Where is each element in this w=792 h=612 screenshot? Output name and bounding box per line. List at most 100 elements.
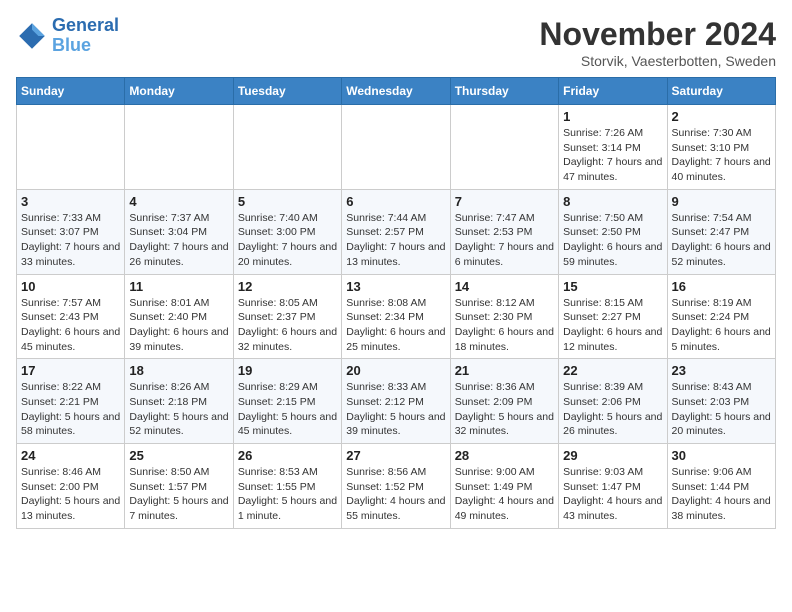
page-header: General Blue November 2024 Storvik, Vaes… (16, 16, 776, 69)
title-block: November 2024 Storvik, Vaesterbotten, Sw… (539, 16, 776, 69)
calendar-header-row: SundayMondayTuesdayWednesdayThursdayFrid… (17, 78, 776, 105)
day-number: 21 (455, 363, 554, 378)
day-number: 27 (346, 448, 445, 463)
calendar-cell: 28 Sunrise: 9:00 AMSunset: 1:49 PMDayligh… (450, 444, 558, 529)
logo-text: General Blue (52, 16, 119, 56)
calendar-cell: 24 Sunrise: 8:46 AMSunset: 2:00 PMDayligh… (17, 444, 125, 529)
day-info: Sunrise: 9:03 AMSunset: 1:47 PMDaylight:… (563, 465, 662, 524)
day-number: 29 (563, 448, 662, 463)
day-number: 6 (346, 194, 445, 209)
calendar-cell: 23 Sunrise: 8:43 AMSunset: 2:03 PMDayligh… (667, 359, 775, 444)
calendar-cell: 29 Sunrise: 9:03 AMSunset: 1:47 PMDayligh… (559, 444, 667, 529)
day-info: Sunrise: 7:47 AMSunset: 2:53 PMDaylight:… (455, 211, 554, 270)
calendar-cell (450, 105, 558, 190)
day-info: Sunrise: 8:26 AMSunset: 2:18 PMDaylight:… (129, 380, 228, 439)
day-number: 18 (129, 363, 228, 378)
day-number: 26 (238, 448, 337, 463)
day-number: 14 (455, 279, 554, 294)
calendar-week-row: 1 Sunrise: 7:26 AMSunset: 3:14 PMDaylight… (17, 105, 776, 190)
day-info: Sunrise: 8:15 AMSunset: 2:27 PMDaylight:… (563, 296, 662, 355)
day-info: Sunrise: 8:50 AMSunset: 1:57 PMDaylight:… (129, 465, 228, 524)
calendar-cell: 7 Sunrise: 7:47 AMSunset: 2:53 PMDaylight… (450, 189, 558, 274)
day-number: 16 (672, 279, 771, 294)
calendar-week-row: 10 Sunrise: 7:57 AMSunset: 2:43 PMDayligh… (17, 274, 776, 359)
calendar-week-row: 24 Sunrise: 8:46 AMSunset: 2:00 PMDayligh… (17, 444, 776, 529)
day-info: Sunrise: 8:29 AMSunset: 2:15 PMDaylight:… (238, 380, 337, 439)
day-info: Sunrise: 8:01 AMSunset: 2:40 PMDaylight:… (129, 296, 228, 355)
day-info: Sunrise: 8:36 AMSunset: 2:09 PMDaylight:… (455, 380, 554, 439)
calendar-cell: 3Sunrise: 7:33 AMSunset: 3:07 PMDaylight… (17, 189, 125, 274)
month-title: November 2024 (539, 16, 776, 53)
calendar-cell: 8 Sunrise: 7:50 AMSunset: 2:50 PMDaylight… (559, 189, 667, 274)
calendar-cell: 13 Sunrise: 8:08 AMSunset: 2:34 PMDayligh… (342, 274, 450, 359)
day-info: Sunrise: 8:08 AMSunset: 2:34 PMDaylight:… (346, 296, 445, 355)
day-number: 4 (129, 194, 228, 209)
weekday-header: Wednesday (342, 78, 450, 105)
calendar-cell (17, 105, 125, 190)
day-number: 10 (21, 279, 120, 294)
day-number: 22 (563, 363, 662, 378)
day-number: 15 (563, 279, 662, 294)
day-number: 23 (672, 363, 771, 378)
weekday-header: Tuesday (233, 78, 341, 105)
calendar-cell: 15 Sunrise: 8:15 AMSunset: 2:27 PMDayligh… (559, 274, 667, 359)
day-info: Sunrise: 8:46 AMSunset: 2:00 PMDaylight:… (21, 465, 120, 524)
day-number: 13 (346, 279, 445, 294)
day-info: Sunrise: 8:05 AMSunset: 2:37 PMDaylight:… (238, 296, 337, 355)
day-number: 24 (21, 448, 120, 463)
calendar-cell: 9Sunrise: 7:54 AMSunset: 2:47 PMDaylight… (667, 189, 775, 274)
weekday-header: Friday (559, 78, 667, 105)
day-info: Sunrise: 8:53 AMSunset: 1:55 PMDaylight:… (238, 465, 337, 524)
calendar-cell: 10 Sunrise: 7:57 AMSunset: 2:43 PMDayligh… (17, 274, 125, 359)
day-info: Sunrise: 9:00 AMSunset: 1:49 PMDaylight:… (455, 465, 554, 524)
day-number: 20 (346, 363, 445, 378)
weekday-header: Thursday (450, 78, 558, 105)
day-info: Sunrise: 7:40 AMSunset: 3:00 PMDaylight:… (238, 211, 337, 270)
day-info: Sunrise: 7:30 AMSunset: 3:10 PMDaylight:… (672, 126, 771, 185)
day-info: Sunrise: 8:43 AMSunset: 2:03 PMDaylight:… (672, 380, 771, 439)
day-number: 8 (563, 194, 662, 209)
day-number: 19 (238, 363, 337, 378)
day-info: Sunrise: 8:19 AMSunset: 2:24 PMDaylight:… (672, 296, 771, 355)
day-info: Sunrise: 9:06 AMSunset: 1:44 PMDaylight:… (672, 465, 771, 524)
calendar-cell: 21 Sunrise: 8:36 AMSunset: 2:09 PMDayligh… (450, 359, 558, 444)
day-number: 5 (238, 194, 337, 209)
calendar-cell (125, 105, 233, 190)
calendar-cell: 26 Sunrise: 8:53 AMSunset: 1:55 PMDayligh… (233, 444, 341, 529)
day-number: 11 (129, 279, 228, 294)
day-info: Sunrise: 8:56 AMSunset: 1:52 PMDaylight:… (346, 465, 445, 524)
calendar-week-row: 3Sunrise: 7:33 AMSunset: 3:07 PMDaylight… (17, 189, 776, 274)
day-number: 7 (455, 194, 554, 209)
calendar-cell: 27 Sunrise: 8:56 AMSunset: 1:52 PMDayligh… (342, 444, 450, 529)
day-info: Sunrise: 8:12 AMSunset: 2:30 PMDaylight:… (455, 296, 554, 355)
day-info: Sunrise: 7:44 AMSunset: 2:57 PMDaylight:… (346, 211, 445, 270)
day-info: Sunrise: 8:39 AMSunset: 2:06 PMDaylight:… (563, 380, 662, 439)
day-info: Sunrise: 8:33 AMSunset: 2:12 PMDaylight:… (346, 380, 445, 439)
calendar-cell: 22 Sunrise: 8:39 AMSunset: 2:06 PMDayligh… (559, 359, 667, 444)
calendar-cell: 1 Sunrise: 7:26 AMSunset: 3:14 PMDaylight… (559, 105, 667, 190)
day-number: 9 (672, 194, 771, 209)
day-number: 25 (129, 448, 228, 463)
calendar-cell: 14 Sunrise: 8:12 AMSunset: 2:30 PMDayligh… (450, 274, 558, 359)
day-number: 1 (563, 109, 662, 124)
day-number: 28 (455, 448, 554, 463)
day-number: 17 (21, 363, 120, 378)
day-info: Sunrise: 7:50 AMSunset: 2:50 PMDaylight:… (563, 211, 662, 270)
calendar-cell: 11 Sunrise: 8:01 AMSunset: 2:40 PMDayligh… (125, 274, 233, 359)
calendar-cell (342, 105, 450, 190)
logo: General Blue (16, 16, 119, 56)
day-number: 12 (238, 279, 337, 294)
day-info: Sunrise: 7:26 AMSunset: 3:14 PMDaylight:… (563, 126, 662, 185)
location: Storvik, Vaesterbotten, Sweden (539, 53, 776, 69)
calendar-cell (233, 105, 341, 190)
calendar-cell: 30 Sunrise: 9:06 AMSunset: 1:44 PMDayligh… (667, 444, 775, 529)
calendar-cell: 6 Sunrise: 7:44 AMSunset: 2:57 PMDaylight… (342, 189, 450, 274)
calendar-cell: 12 Sunrise: 8:05 AMSunset: 2:37 PMDayligh… (233, 274, 341, 359)
day-info: Sunrise: 7:57 AMSunset: 2:43 PMDaylight:… (21, 296, 120, 355)
calendar-cell: 2Sunrise: 7:30 AMSunset: 3:10 PMDaylight… (667, 105, 775, 190)
day-number: 30 (672, 448, 771, 463)
day-number: 3 (21, 194, 120, 209)
calendar-cell: 20 Sunrise: 8:33 AMSunset: 2:12 PMDayligh… (342, 359, 450, 444)
logo-icon (16, 20, 48, 52)
weekday-header: Monday (125, 78, 233, 105)
